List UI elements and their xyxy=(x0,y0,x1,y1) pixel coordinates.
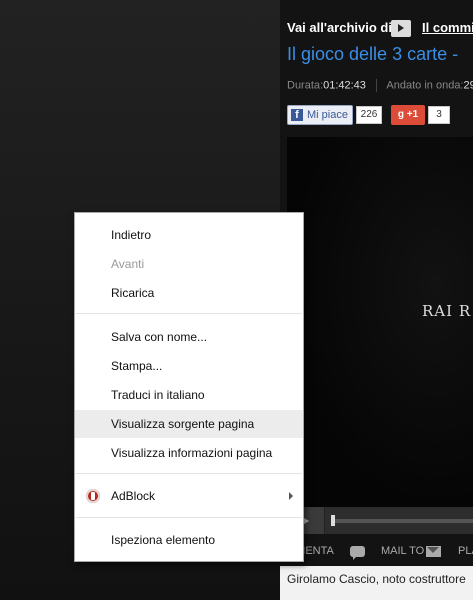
menu-separator xyxy=(76,473,302,474)
google-plus-icon: g xyxy=(397,109,404,120)
like-label: Mi piace xyxy=(307,109,348,121)
menu-item-inspect[interactable]: Ispeziona elemento xyxy=(75,526,303,554)
google-plus-button[interactable]: g +1 xyxy=(391,105,425,125)
description-box: Girolamo Cascio, noto costruttore xyxy=(280,566,473,600)
menu-item-save-as[interactable]: Salva con nome... xyxy=(75,323,303,351)
playlist-link[interactable]: PLA xyxy=(458,545,473,557)
menu-item-label: Ispeziona elemento xyxy=(111,533,216,547)
page-title[interactable]: Il gioco delle 3 carte - xyxy=(287,44,473,65)
context-menu: Indietro Avanti Ricarica Salva con nome.… xyxy=(74,212,304,562)
menu-item-label: Salva con nome... xyxy=(111,330,208,344)
facebook-like-button[interactable]: f Mi piace xyxy=(287,105,353,125)
gplus-count: 3 xyxy=(428,106,450,124)
menu-item-label: Visualizza sorgente pagina xyxy=(111,417,255,431)
menu-item-label: AdBlock xyxy=(111,489,156,503)
menu-item-print[interactable]: Stampa... xyxy=(75,352,303,380)
menu-item-label: Visualizza informazioni pagina xyxy=(111,446,273,460)
menu-item-label: Traduci in italiano xyxy=(111,388,205,402)
adblock-stop-icon xyxy=(86,489,100,503)
menu-separator xyxy=(76,517,302,518)
menu-item-label: Avanti xyxy=(111,257,145,271)
archive-arrow-button[interactable] xyxy=(391,20,411,37)
menu-item-label: Indietro xyxy=(111,228,152,242)
facebook-icon: f xyxy=(291,109,303,121)
menu-separator xyxy=(76,313,302,314)
menu-item-translate[interactable]: Traduci in italiano xyxy=(75,381,303,409)
duration-value: 01:42:43 xyxy=(323,79,366,92)
menu-item-label: Stampa... xyxy=(111,359,163,373)
chevron-right-icon xyxy=(289,492,293,500)
menu-item-reload[interactable]: Ricarica xyxy=(75,279,303,307)
gplus-label: +1 xyxy=(406,109,419,120)
video-player[interactable] xyxy=(287,137,473,507)
duration-label: Durata: xyxy=(287,79,324,92)
comment-bubble-icon xyxy=(350,546,365,560)
menu-item-page-info[interactable]: Visualizza informazioni pagina xyxy=(75,439,303,467)
menu-item-forward: Avanti xyxy=(75,250,303,278)
menu-item-back[interactable]: Indietro xyxy=(75,221,303,249)
video-controls xyxy=(287,507,473,534)
meta-divider xyxy=(375,79,377,92)
video-watermark: RAI R xyxy=(422,302,472,320)
archive-link[interactable]: Il commis xyxy=(422,20,473,35)
video-meta: Durata:01:42:43 Andato in onda:29 xyxy=(287,79,473,92)
seek-bar[interactable] xyxy=(333,519,473,523)
like-count: 226 xyxy=(356,106,382,124)
menu-item-view-source[interactable]: Visualizza sorgente pagina xyxy=(75,410,303,438)
mail-icon xyxy=(426,546,441,557)
menu-item-label: Ricarica xyxy=(111,286,155,300)
archive-label: Vai all'archivio di xyxy=(287,20,392,35)
menu-item-adblock[interactable]: AdBlock xyxy=(75,482,303,510)
aired-value: 29 xyxy=(463,79,473,92)
seek-handle[interactable] xyxy=(331,515,335,526)
description-text: Girolamo Cascio, noto costruttore xyxy=(287,572,466,586)
archive-row: Vai all'archivio di Il commis xyxy=(287,20,473,38)
aired-label: Andato in onda: xyxy=(386,79,464,92)
mail-to-link[interactable]: MAIL TO xyxy=(381,545,424,557)
